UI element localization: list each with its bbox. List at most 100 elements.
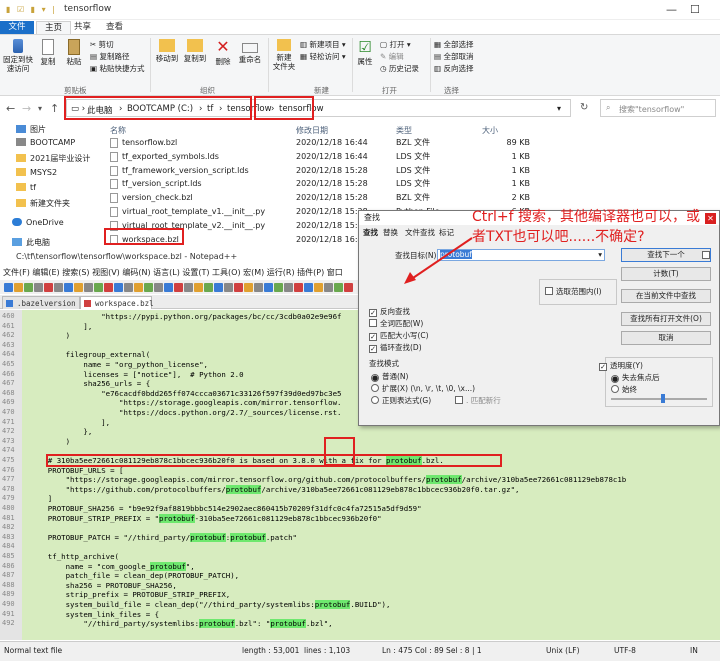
wrap-around-checkbox[interactable]: ✓ 循环查找(D) <box>369 343 422 353</box>
find-tab-find[interactable]: 查找 <box>363 227 378 238</box>
toolbar-button-icon[interactable] <box>214 283 223 292</box>
copy-path-button[interactable]: ▤ 复制路径 <box>90 52 129 62</box>
refresh-icon[interactable]: ↻ <box>580 102 588 113</box>
reverse-search-checkbox[interactable]: ✓ 反向查找 <box>369 307 410 317</box>
toolbar-button-icon[interactable] <box>264 283 273 292</box>
find-next-button[interactable]: 查找下一个 <box>621 248 711 262</box>
transparency-slider[interactable] <box>611 394 707 403</box>
toolbar-button-icon[interactable] <box>274 283 283 292</box>
toolbar-button-icon[interactable] <box>134 283 143 292</box>
toolbar-button-icon[interactable] <box>304 283 313 292</box>
toolbar-button-icon[interactable] <box>124 283 133 292</box>
toolbar-button-icon[interactable] <box>74 283 83 292</box>
toolbar-button-icon[interactable] <box>204 283 213 292</box>
minimize-icon[interactable]: — <box>666 3 677 16</box>
toolbar-button-icon[interactable] <box>164 283 173 292</box>
column-header-name[interactable]: 名称 <box>110 125 126 136</box>
up-arrow-icon[interactable]: ↑ <box>50 102 59 115</box>
slider-thumb-icon[interactable] <box>661 394 665 403</box>
forward-arrow-icon[interactable]: → <box>22 102 31 115</box>
toolbar-button-icon[interactable] <box>194 283 203 292</box>
find-tab-replace[interactable]: 替换 <box>383 227 398 238</box>
toolbar-button-icon[interactable] <box>4 283 13 292</box>
search-input[interactable]: ⌕ 搜索"tensorflow" <box>600 99 716 117</box>
paste-shortcut-button[interactable]: ▣ 粘贴快捷方式 <box>90 64 144 74</box>
count-button[interactable]: 计数(T) <box>621 267 711 281</box>
tab-workspace-bzl[interactable]: workspace.bzl ☒ <box>80 296 154 321</box>
toolbar-button-icon[interactable] <box>224 283 233 292</box>
toolbar-button-icon[interactable] <box>254 283 263 292</box>
recent-dropdown-icon[interactable]: ▾ <box>38 104 42 113</box>
toolbar-button-icon[interactable] <box>44 283 53 292</box>
easy-access-button[interactable]: ▦ 轻松访问 ▾ <box>300 52 346 62</box>
address-dropdown-icon[interactable]: ▾ <box>557 104 561 113</box>
cut-button[interactable]: ✂ 剪切 <box>90 40 114 50</box>
nav-item-tf[interactable]: tf <box>16 183 36 192</box>
tab-bazelversion[interactable]: .bazelversion <box>2 296 80 309</box>
find-in-current-file-button[interactable]: 在当前文件中查找 <box>621 289 711 303</box>
toolbar-button-icon[interactable] <box>34 283 43 292</box>
toolbar-button-icon[interactable] <box>104 283 113 292</box>
file-row[interactable]: tf_framework_version_script.lds 2020/12/1… <box>100 164 540 177</box>
toolbar-button-icon[interactable] <box>14 283 23 292</box>
toolbar-button-icon[interactable] <box>334 283 343 292</box>
nav-item-onedrive[interactable]: OneDrive <box>12 218 64 227</box>
toolbar-button-icon[interactable] <box>24 283 33 292</box>
transparency-lose-focus-radio[interactable]: ● 失去焦点后 <box>611 373 660 383</box>
toolbar-button-icon[interactable] <box>324 283 333 292</box>
copy-to-button[interactable]: 复制到 <box>182 39 208 63</box>
transparency-always-radio[interactable]: 始终 <box>611 385 637 395</box>
dot-matches-newline-checkbox[interactable]: . 匹配新行 <box>455 396 501 406</box>
history-button[interactable]: ◷ 历史记录 <box>380 64 419 74</box>
file-row[interactable]: tf_exported_symbols.lds 2020/12/18 16:44 L… <box>100 150 540 163</box>
column-header-type[interactable]: 类型 <box>396 125 412 136</box>
toolbar-button-icon[interactable] <box>64 283 73 292</box>
rename-button[interactable]: 重命名 <box>236 39 264 64</box>
file-row[interactable]: tensorflow.bzl 2020/12/18 16:44 BZL 文件 89 K… <box>100 136 540 149</box>
move-to-button[interactable]: 移动到 <box>154 39 180 63</box>
maximize-icon[interactable]: ☐ <box>690 3 700 16</box>
nav-item-msys2[interactable]: MSYS2 <box>16 168 57 177</box>
toolbar-button-icon[interactable] <box>344 283 353 292</box>
pin-quick-access-button[interactable]: 固定到快 速访问 <box>2 39 34 73</box>
open-button[interactable]: ▢ 打开 ▾ <box>380 40 411 50</box>
toolbar-button-icon[interactable] <box>174 283 183 292</box>
toolbar-button-icon[interactable] <box>154 283 163 292</box>
edit-button[interactable]: ✎ 编辑 <box>380 52 404 62</box>
toolbar-button-icon[interactable] <box>184 283 193 292</box>
toolbar-button-icon[interactable] <box>314 283 323 292</box>
new-item-button[interactable]: ▥ 新建项目 ▾ <box>300 40 346 50</box>
toolbar-button-icon[interactable] <box>284 283 293 292</box>
toolbar-button-icon[interactable] <box>144 283 153 292</box>
toolbar-button-icon[interactable] <box>84 283 93 292</box>
paste-button[interactable]: 粘贴 <box>62 39 86 66</box>
swap-checkbox[interactable] <box>702 251 710 259</box>
dropdown-arrow-icon[interactable]: ▾ <box>598 250 602 260</box>
toolbar-button-icon[interactable] <box>94 283 103 292</box>
match-case-checkbox[interactable]: ✓ 匹配大小写(C) <box>369 331 429 341</box>
nav-item-new-folder[interactable]: 新建文件夹 <box>16 198 70 209</box>
nav-item-this-pc[interactable]: 此电脑 <box>12 237 50 248</box>
toolbar-button-icon[interactable] <box>114 283 123 292</box>
find-all-open-files-button[interactable]: 查找所有打开文件(O) <box>621 312 711 326</box>
nav-item-pictures[interactable]: 图片 <box>16 124 46 135</box>
ribbon-tab-file[interactable]: 文件 <box>0 21 34 34</box>
file-row[interactable]: version_check.bzl 2020/12/18 15:28 BZL 文件 2… <box>100 191 540 204</box>
copy-button[interactable]: 复制 <box>36 39 60 66</box>
delete-button[interactable]: ✕ 删除 <box>212 39 234 67</box>
toolbar-button-icon[interactable] <box>294 283 303 292</box>
cancel-button[interactable]: 取消 <box>621 331 711 345</box>
select-none-button[interactable]: ▤ 全部取消 <box>434 52 473 62</box>
in-selection-checkbox[interactable]: 选取范围内(I) <box>545 287 602 297</box>
properties-button[interactable]: ☑ 属性 <box>354 39 376 66</box>
ribbon-tab-view[interactable]: 查看 <box>98 21 131 34</box>
back-arrow-icon[interactable]: ← <box>6 102 15 115</box>
transparency-checkbox[interactable]: ✓ 透明度(Y) <box>599 361 643 371</box>
column-header-size[interactable]: 大小 <box>482 125 498 136</box>
select-all-button[interactable]: ▦ 全部选择 <box>434 40 473 50</box>
file-row[interactable]: tf_version_script.lds 2020/12/18 15:28 LDS… <box>100 177 540 190</box>
quick-access-toolbar[interactable]: ▮ ☑ ▮ ▾ | <box>6 5 58 15</box>
toolbar-button-icon[interactable] <box>54 283 63 292</box>
column-header-date[interactable]: 修改日期 <box>296 125 328 136</box>
nav-item-graduation[interactable]: 2021届毕业设计 <box>16 153 90 164</box>
